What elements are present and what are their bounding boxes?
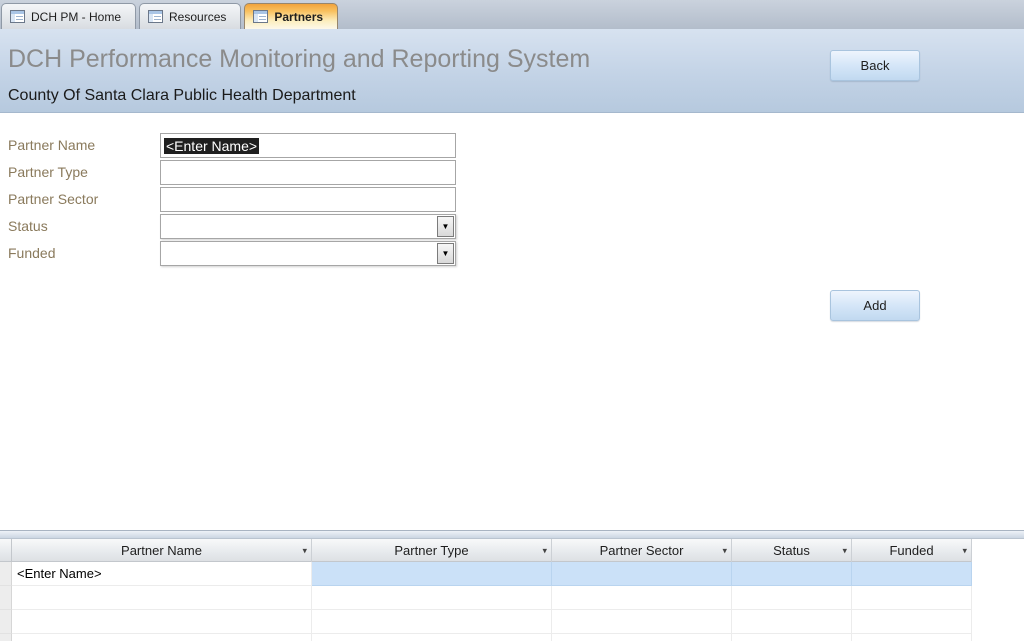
column-label: Partner Name (121, 543, 202, 558)
tab-label: Partners (274, 10, 323, 24)
partner-sector-input[interactable] (160, 187, 456, 212)
header-banner: DCH Performance Monitoring and Reporting… (0, 29, 1024, 113)
status-combobox[interactable]: ▼ (160, 214, 456, 239)
table-cell[interactable] (12, 610, 312, 634)
field-row-partner-type: Partner Type (0, 160, 600, 186)
table-cell[interactable] (732, 586, 852, 610)
selected-text: <Enter Name> (164, 138, 259, 154)
table-cell-status[interactable] (732, 562, 852, 586)
funded-label: Funded (8, 245, 55, 261)
datasheet: Partner Name ▾ Partner Type ▾ Partner Se… (0, 530, 1024, 641)
column-label: Partner Type (394, 543, 468, 558)
table-cell[interactable] (12, 586, 312, 610)
back-button[interactable]: Back (830, 50, 920, 81)
table-row (0, 610, 972, 634)
filter-arrow-icon[interactable]: ▾ (722, 545, 727, 556)
table-row: <Enter Name> (0, 562, 972, 586)
row-selector[interactable] (0, 610, 12, 634)
column-header-status[interactable]: Status ▾ (732, 539, 852, 562)
table-cell[interactable] (312, 634, 552, 641)
column-label: Funded (889, 543, 933, 558)
table-cell[interactable] (852, 634, 972, 641)
partner-sector-label: Partner Sector (8, 191, 98, 207)
table-row (0, 634, 972, 641)
row-selector-header[interactable] (0, 539, 12, 562)
tab-label: DCH PM - Home (31, 10, 121, 24)
partner-type-label: Partner Type (8, 164, 88, 180)
filter-arrow-icon[interactable]: ▾ (302, 545, 307, 556)
partner-name-input[interactable]: <Enter Name> (160, 133, 456, 158)
app-window: DCH PM - Home Resources Partners DCH Per… (0, 0, 1024, 641)
status-label: Status (8, 218, 48, 234)
field-row-partner-sector: Partner Sector (0, 187, 600, 213)
datasheet-header-row: Partner Name ▾ Partner Type ▾ Partner Se… (0, 539, 972, 562)
field-row-status: Status ▼ (0, 214, 600, 240)
table-cell[interactable] (312, 586, 552, 610)
form-icon (148, 10, 163, 23)
page-title: DCH Performance Monitoring and Reporting… (8, 45, 590, 74)
table-cell[interactable] (552, 586, 732, 610)
filter-arrow-icon[interactable]: ▾ (962, 545, 967, 556)
partner-name-label: Partner Name (8, 137, 95, 153)
partner-type-input[interactable] (160, 160, 456, 185)
column-label: Partner Sector (600, 543, 684, 558)
row-selector[interactable] (0, 634, 12, 641)
datasheet-splitter[interactable] (0, 530, 1024, 539)
add-button[interactable]: Add (830, 290, 920, 321)
column-header-partner-type[interactable]: Partner Type ▾ (312, 539, 552, 562)
row-selector[interactable] (0, 562, 12, 586)
tab-resources[interactable]: Resources (139, 3, 241, 29)
dropdown-arrow-icon[interactable]: ▼ (437, 243, 454, 264)
filter-arrow-icon[interactable]: ▾ (542, 545, 547, 556)
tab-label: Resources (169, 10, 226, 24)
form-icon (253, 10, 268, 23)
table-cell-partner-sector[interactable] (552, 562, 732, 586)
filter-arrow-icon[interactable]: ▾ (842, 545, 847, 556)
column-header-partner-sector[interactable]: Partner Sector ▾ (552, 539, 732, 562)
column-header-partner-name[interactable]: Partner Name ▾ (12, 539, 312, 562)
page-subtitle: County Of Santa Clara Public Health Depa… (8, 87, 356, 105)
column-header-funded[interactable]: Funded ▾ (852, 539, 972, 562)
field-row-partner-name: Partner Name <Enter Name> (0, 133, 600, 159)
table-cell[interactable] (852, 586, 972, 610)
table-cell[interactable] (312, 610, 552, 634)
table-cell-partner-name[interactable]: <Enter Name> (12, 562, 312, 586)
table-row (0, 586, 972, 610)
column-label: Status (773, 543, 810, 558)
form-icon (10, 10, 25, 23)
tab-bar: DCH PM - Home Resources Partners (0, 0, 1024, 29)
tab-dch-pm-home[interactable]: DCH PM - Home (1, 3, 136, 29)
funded-combobox[interactable]: ▼ (160, 241, 456, 266)
field-row-funded: Funded ▼ (0, 241, 600, 267)
table-cell[interactable] (852, 610, 972, 634)
table-cell[interactable] (552, 634, 732, 641)
table-cell[interactable] (732, 610, 852, 634)
table-cell-partner-type[interactable] (312, 562, 552, 586)
dropdown-arrow-icon[interactable]: ▼ (437, 216, 454, 237)
tab-partners[interactable]: Partners (244, 3, 338, 29)
row-selector[interactable] (0, 586, 12, 610)
table-cell-funded[interactable] (852, 562, 972, 586)
table-cell[interactable] (732, 634, 852, 641)
table-cell[interactable] (552, 610, 732, 634)
table-cell[interactable] (12, 634, 312, 641)
